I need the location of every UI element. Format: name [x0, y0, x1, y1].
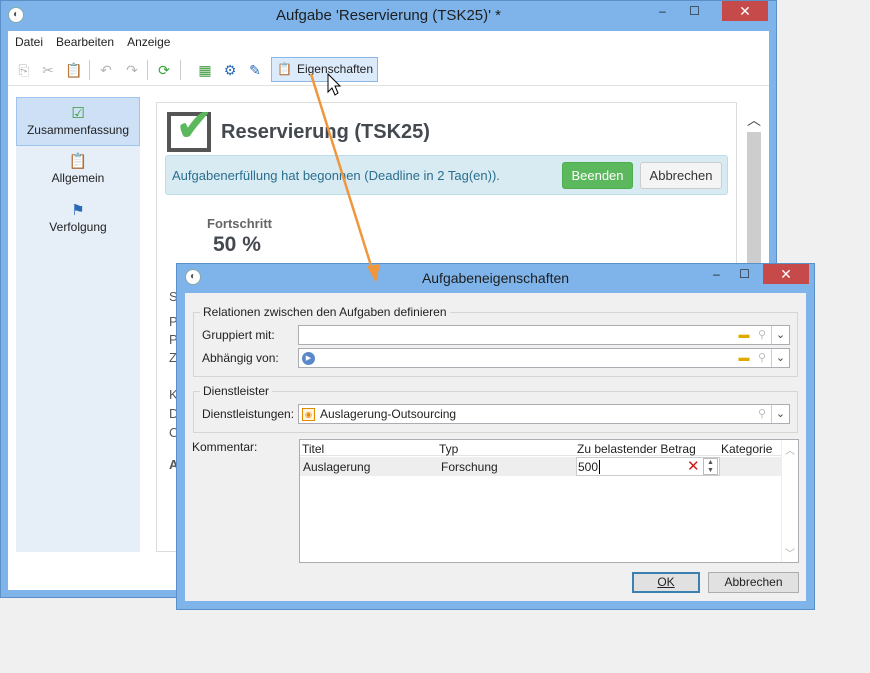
search-icon[interactable]: ⚲ [753, 326, 771, 344]
search-icon[interactable]: ⚲ [753, 349, 771, 367]
grouped-with-field[interactable]: ▬ ⚲ ⌄ [298, 325, 790, 345]
services-value: Auslagerung-Outsourcing [320, 407, 457, 421]
play-icon: ▶ [302, 352, 315, 365]
table-header: Titel Typ Zu belastender Betrag Kategori… [300, 440, 782, 456]
charges-table[interactable]: Titel Typ Zu belastender Betrag Kategori… [299, 439, 799, 563]
paste-icon[interactable]: 📋 [64, 60, 84, 80]
clear-icon[interactable]: ✕ [687, 458, 700, 476]
settings-user-icon[interactable]: ⚙ [220, 60, 240, 80]
properties-label: Eigenschaften [296, 62, 374, 76]
progress-label: Fortschritt [207, 216, 272, 231]
scroll-up-icon[interactable]: ︿ [747, 110, 761, 130]
redo-icon[interactable]: ↷ [122, 60, 142, 80]
finish-button[interactable]: Beenden [562, 162, 633, 189]
status-bar: Aufgabenerfüllung hat begonnen (Deadline… [165, 155, 728, 195]
relations-legend: Relationen zwischen den Aufgaben definie… [200, 305, 450, 319]
sidebar-item-zusammenfassung[interactable]: ☑ Zusammenfassung [16, 97, 140, 146]
task-title: Reservierung (TSK25) [221, 121, 430, 143]
scroll-down-icon[interactable]: ﹀ [785, 545, 795, 560]
provider-legend: Dienstleister [200, 384, 273, 398]
check-clipboard-icon: ☑ [71, 105, 85, 122]
menubar: Datei Bearbeiten Anzeige [8, 31, 769, 53]
toolbar-separator [147, 60, 148, 80]
sidebar-item-label: Verfolgung [49, 220, 107, 234]
table-scrollbar[interactable]: ︿ ﹀ [781, 440, 798, 562]
copy-icon[interactable]: ⎘ [14, 60, 34, 80]
chevron-down-icon[interactable]: ⌄ [771, 349, 789, 367]
folder-icon[interactable]: ▬ [735, 326, 753, 344]
cell-type[interactable]: Forschung [441, 460, 498, 474]
tracking-icon: ⚑ [71, 202, 85, 219]
app-icon: ◐ [185, 269, 201, 285]
refresh-icon[interactable]: ⟳ [154, 60, 174, 80]
services-field[interactable]: ◉ Auslagerung-Outsourcing ⚲ ⌄ [298, 404, 790, 424]
comment-label: Kommentar: [192, 440, 258, 454]
cancel-task-button[interactable]: Abbrechen [640, 162, 722, 189]
progress-value: 50 % [213, 233, 261, 256]
sidebar-item-verfolgung[interactable]: ⚑ Verfolgung [16, 202, 140, 242]
dialog-cancel-button[interactable]: Abbrechen [708, 572, 799, 593]
clipboard-icon: 📋 [277, 62, 292, 76]
properties-dialog: ◐ Aufgabeneigenschaften – ☐ ✕ Relationen… [176, 263, 815, 610]
dialog-maximize-button[interactable]: ☐ [731, 264, 758, 284]
window-titlebar[interactable]: ◐ Aufgabe 'Reservierung (TSK25)' * – ☐ ✕ [1, 1, 776, 31]
maximize-button[interactable]: ☐ [681, 1, 708, 21]
folder-icon[interactable]: ▬ [735, 349, 753, 367]
dialog-cancel-label: Abbrechen [724, 575, 783, 589]
cell-title[interactable]: Auslagerung [303, 460, 370, 474]
menu-anzeige[interactable]: Anzeige [120, 31, 176, 53]
service-icon: ◉ [302, 408, 315, 421]
toolbar-separator [180, 60, 181, 80]
close-button[interactable]: ✕ [722, 1, 768, 21]
minimize-button[interactable]: – [649, 1, 676, 21]
dialog-titlebar[interactable]: ◐ Aufgabeneigenschaften – ☐ ✕ [177, 264, 814, 292]
sidebar: ☑ Zusammenfassung 📋 Allgemein ⚑ Verfolgu… [16, 97, 140, 552]
calculator-icon[interactable]: ▦ [195, 60, 215, 80]
status-message: Aufgabenerfüllung hat begonnen (Deadline… [172, 168, 500, 183]
amount-input[interactable]: 500 ✕ ▲ ▼ [576, 457, 720, 476]
menu-datei[interactable]: Datei [8, 31, 49, 53]
dialog-client: Relationen zwischen den Aufgaben definie… [185, 293, 806, 601]
scroll-up-icon[interactable]: ︿ [785, 442, 795, 457]
toolbar-separator [89, 60, 90, 80]
depends-label: Abhängig von: [202, 351, 279, 365]
chevron-down-icon[interactable]: ⌄ [771, 326, 789, 344]
search-icon[interactable]: ⚲ [753, 405, 771, 423]
properties-button[interactable]: 📋 Eigenschaften [271, 57, 378, 82]
dialog-title: Aufgabeneigenschaften [421, 270, 570, 286]
cut-icon[interactable]: ✂ [38, 60, 58, 80]
undo-icon[interactable]: ↶ [96, 60, 116, 80]
amount-value: 500 [578, 460, 601, 474]
app-icon: ◐ [8, 7, 24, 23]
sidebar-item-allgemein[interactable]: 📋 Allgemein [16, 153, 140, 193]
stepper-icon[interactable]: ▲ ▼ [703, 458, 718, 475]
depends-on-field[interactable]: ▶ ▬ ⚲ ⌄ [298, 348, 790, 368]
window-title: Aufgabe 'Reservierung (TSK25)' * [275, 7, 501, 24]
dialog-close-button[interactable]: ✕ [763, 264, 809, 284]
sidebar-item-label: Allgemein [51, 171, 105, 185]
task-icon[interactable]: ✎ [245, 60, 265, 80]
column-header[interactable]: Titel [302, 442, 324, 456]
ok-label: OK [657, 575, 675, 589]
ok-button[interactable]: OK [632, 572, 700, 593]
task-complete-icon: ✔ [167, 102, 214, 152]
sidebar-item-label: Zusammenfassung [26, 123, 130, 137]
column-header[interactable]: Typ [439, 442, 458, 456]
column-header[interactable]: Kategorie [721, 442, 772, 456]
grouped-label: Gruppiert mit: [202, 328, 275, 342]
toolbar: ⎘ ✂ 📋 ↶ ↷ ⟳ ▦ ⚙ ✎ 📋 Eigenschaften [8, 54, 769, 86]
table-row[interactable]: Auslagerung Forschung 500 ✕ ▲ ▼ [300, 457, 782, 476]
column-header[interactable]: Zu belastender Betrag [577, 442, 696, 456]
services-label: Dienstleistungen: [202, 407, 295, 421]
chevron-down-icon[interactable]: ⌄ [771, 405, 789, 423]
dialog-minimize-button[interactable]: – [703, 264, 730, 284]
clipboard-icon: 📋 [68, 153, 88, 170]
menu-bearbeiten[interactable]: Bearbeiten [49, 31, 120, 53]
